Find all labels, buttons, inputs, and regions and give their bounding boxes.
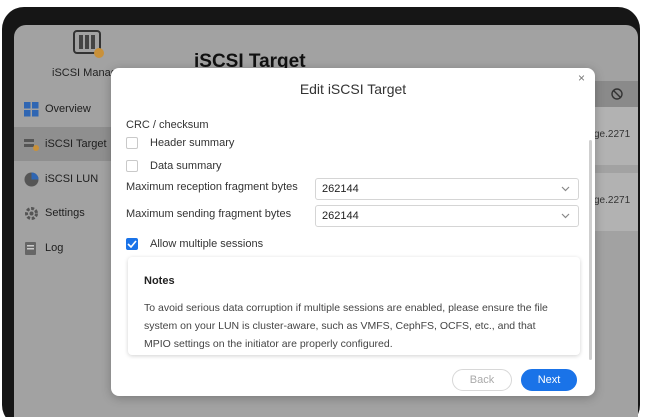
sidebar-item-label: Overview: [45, 103, 91, 115]
sidebar-item-overview[interactable]: Overview: [14, 92, 114, 126]
sidebar-item-iscsi-target[interactable]: iSCSI Target: [14, 127, 114, 161]
next-button[interactable]: Next: [521, 369, 577, 391]
allow-multiple-sessions-label: Allow multiple sessions: [150, 238, 264, 250]
sidebar-item-log[interactable]: Log: [14, 231, 114, 265]
table-row: ge.2271: [594, 173, 638, 231]
close-icon[interactable]: ×: [578, 71, 585, 85]
max-reception-select[interactable]: 262144: [315, 178, 579, 200]
allow-multiple-sessions-checkbox[interactable]: [126, 238, 138, 250]
chevron-down-icon: [561, 213, 570, 219]
notes-body: To avoid serious data corruption if mult…: [144, 302, 548, 350]
iscsi-manager-logo-icon: [72, 29, 106, 59]
max-reception-label: Maximum reception fragment bytes: [126, 181, 298, 193]
max-sending-label: Maximum sending fragment bytes: [126, 208, 292, 220]
data-summary-label: Data summary: [150, 160, 222, 172]
sidebar-item-label: iSCSI LUN: [45, 173, 99, 185]
gear-icon: [23, 205, 39, 221]
sidebar-item-settings[interactable]: Settings: [14, 196, 114, 230]
edit-target-dialog: Edit iSCSI Target × CRC / checksum Heade…: [111, 68, 595, 396]
max-reception-value: 262144: [322, 183, 359, 195]
max-sending-select[interactable]: 262144: [315, 205, 579, 227]
log-icon: [23, 240, 39, 256]
sidebar-item-iscsi-lun[interactable]: iSCSI LUN: [14, 162, 114, 196]
data-summary-checkbox[interactable]: [126, 160, 138, 172]
header-summary-checkbox-row[interactable]: Header summary: [126, 137, 234, 149]
notes-title: Notes: [144, 275, 175, 287]
allow-multiple-sessions-row[interactable]: Allow multiple sessions: [126, 238, 263, 250]
back-button[interactable]: Back: [452, 369, 512, 391]
data-summary-checkbox-row[interactable]: Data summary: [126, 160, 222, 172]
max-sending-value: 262144: [322, 210, 359, 222]
check-icon: [127, 240, 137, 248]
pie-icon: [23, 171, 39, 187]
chevron-down-icon: [561, 186, 570, 192]
notes-box: Notes To avoid serious data corruption i…: [128, 257, 580, 355]
header-summary-checkbox[interactable]: [126, 137, 138, 149]
block-icon: [611, 87, 623, 105]
table-row: ge.2271: [594, 107, 638, 165]
sidebar-item-label: Settings: [45, 207, 85, 219]
dialog-scrollbar[interactable]: [589, 140, 592, 360]
crc-section-label: CRC / checksum: [126, 119, 209, 131]
header-summary-label: Header summary: [150, 137, 235, 149]
sidebar-item-label: iSCSI Target: [45, 138, 107, 150]
grid-icon: [23, 101, 39, 117]
dialog-title: Edit iSCSI Target: [299, 81, 407, 97]
target-icon: [23, 136, 39, 152]
sidebar-item-label: Log: [45, 242, 64, 254]
